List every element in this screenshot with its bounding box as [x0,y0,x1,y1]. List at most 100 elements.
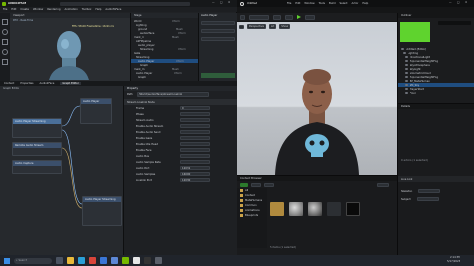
menu-tools[interactable]: Tools [319,2,325,5]
visibility-eye-icon[interactable] [405,67,408,71]
obs-icon[interactable] [155,257,162,264]
visibility-eye-icon[interactable] [405,79,408,83]
edge-icon[interactable] [78,257,85,264]
details-section-skeleton[interactable]: Skeleton [398,188,474,194]
menu-help[interactable]: Help [95,8,101,11]
property-value-field[interactable] [180,142,210,146]
nvidia-icon[interactable] [122,257,129,264]
select-tool-icon[interactable] [2,19,8,25]
menu-help[interactable]: Help [362,2,368,5]
details-section-livelink[interactable]: Live Link [398,176,474,182]
tab-graph-editor[interactable]: Graph Editor [60,82,81,85]
menu-rendering[interactable]: Rendering [47,8,60,11]
visibility-eye-icon[interactable] [405,71,408,75]
import-button[interactable] [251,182,261,187]
menu-edit[interactable]: Edit [11,8,16,11]
chrome-icon[interactable] [89,257,96,264]
terminal-icon[interactable] [144,257,151,264]
menu-window[interactable]: Window [304,2,314,5]
taskbar-search[interactable]: ⌕ Search [14,257,52,264]
close-icon[interactable]: ✕ [228,1,230,4]
property-value-field[interactable]: 0 [180,106,210,110]
menu-window[interactable]: Window [33,8,43,11]
blueprint-button[interactable] [285,14,293,20]
viewport-options-button[interactable] [239,24,244,29]
play-icon[interactable] [297,15,301,19]
visibility-eye-icon[interactable] [405,75,408,79]
tab-properties[interactable]: Properties [20,82,33,85]
file-explorer-icon[interactable] [67,257,74,264]
visibility-eye-icon[interactable] [405,63,408,67]
settings-button[interactable] [377,182,389,187]
property-value-field[interactable] [180,112,210,116]
add-button[interactable] [240,182,248,187]
asset-thumbnail-material[interactable] [327,202,341,216]
outliner-tab[interactable]: Outliner [398,13,474,18]
unreal-icon[interactable] [133,257,140,264]
menu-actor[interactable]: Actor [352,2,359,5]
property-value-field[interactable] [180,148,210,152]
menu-create[interactable]: Create [20,8,29,11]
viewport-lit-button[interactable]: Lit [269,24,277,29]
add-actor-button[interactable] [273,14,281,20]
asset-thumbnail-texture[interactable] [346,202,360,216]
property-value-field[interactable] [180,130,210,134]
audio-dropdown-2[interactable] [201,29,235,33]
scale-tool-icon[interactable] [2,49,8,55]
audio-dropdown-1[interactable] [201,21,235,25]
property-value-field[interactable] [180,136,210,140]
minimize-icon[interactable]: — [449,1,452,4]
menu-audiotoface[interactable]: AudioToFace [105,8,121,11]
a2f-viewport-tab[interactable]: Viewport [10,13,130,18]
menu-build[interactable]: Build [329,2,336,5]
visibility-eye-icon[interactable] [405,59,408,63]
asset-thumbnail-sphere[interactable] [289,202,303,216]
asset-thumbnail-folder[interactable] [270,202,284,216]
property-value-field[interactable]: 12030 [180,178,210,182]
menu-animation[interactable]: Animation [64,8,77,11]
skeleton-dropdown[interactable] [418,189,441,193]
mode-select-button[interactable] [249,14,269,20]
save-icon[interactable] [240,14,245,20]
menu-file[interactable]: File [3,8,7,11]
viewport-show-button[interactable]: Show [279,24,291,29]
tab-audio2face[interactable]: Audio2Face [39,82,54,85]
minimize-icon[interactable]: — [212,1,215,4]
details-tab[interactable]: Details [398,104,474,109]
content-folder[interactable]: Blueprints [237,213,267,218]
property-value-field[interactable] [180,124,210,128]
menu-edit[interactable]: Edit [295,2,300,5]
asset-thumbnail-sphere-2[interactable] [308,202,322,216]
details-section-subject[interactable]: Subject [398,196,474,202]
task-view-icon[interactable] [56,257,63,264]
mail-icon[interactable] [111,257,118,264]
rotate-tool-icon[interactable] [2,39,8,45]
outliner-item[interactable]: Floor [398,91,474,95]
metahuman-character[interactable] [267,62,367,175]
visibility-eye-icon[interactable] [403,51,406,55]
stage-item[interactable]: Graph [131,75,198,79]
ue-viewport[interactable]: Perspective Lit Show [237,22,397,175]
outliner-search[interactable] [438,21,471,25]
visibility-eye-icon[interactable] [405,91,408,95]
subject-dropdown[interactable] [416,197,439,201]
close-icon[interactable]: ✕ [465,1,467,4]
property-value-field[interactable] [180,154,210,158]
mark-head-mesh[interactable] [45,28,93,80]
menu-toolbox[interactable]: Toolbox [82,8,92,11]
property-value-field[interactable] [180,118,210,122]
property-value-field[interactable] [180,160,210,164]
visibility-eye-icon[interactable] [405,83,408,87]
audio-dropdown-3[interactable] [201,37,235,41]
snap-tool-icon[interactable] [2,59,8,65]
store-icon[interactable] [100,257,107,264]
platforms-button[interactable] [305,14,315,20]
visibility-eye-icon[interactable] [405,87,408,91]
move-tool-icon[interactable] [2,29,8,35]
property-value-field[interactable]: 16000 [180,172,210,176]
tab-content[interactable]: Content [4,82,14,85]
menu-file[interactable]: File [287,2,291,5]
start-icon[interactable] [4,257,10,264]
viewport-perspective-button[interactable]: Perspective [247,24,267,29]
save-all-button[interactable] [264,182,274,187]
